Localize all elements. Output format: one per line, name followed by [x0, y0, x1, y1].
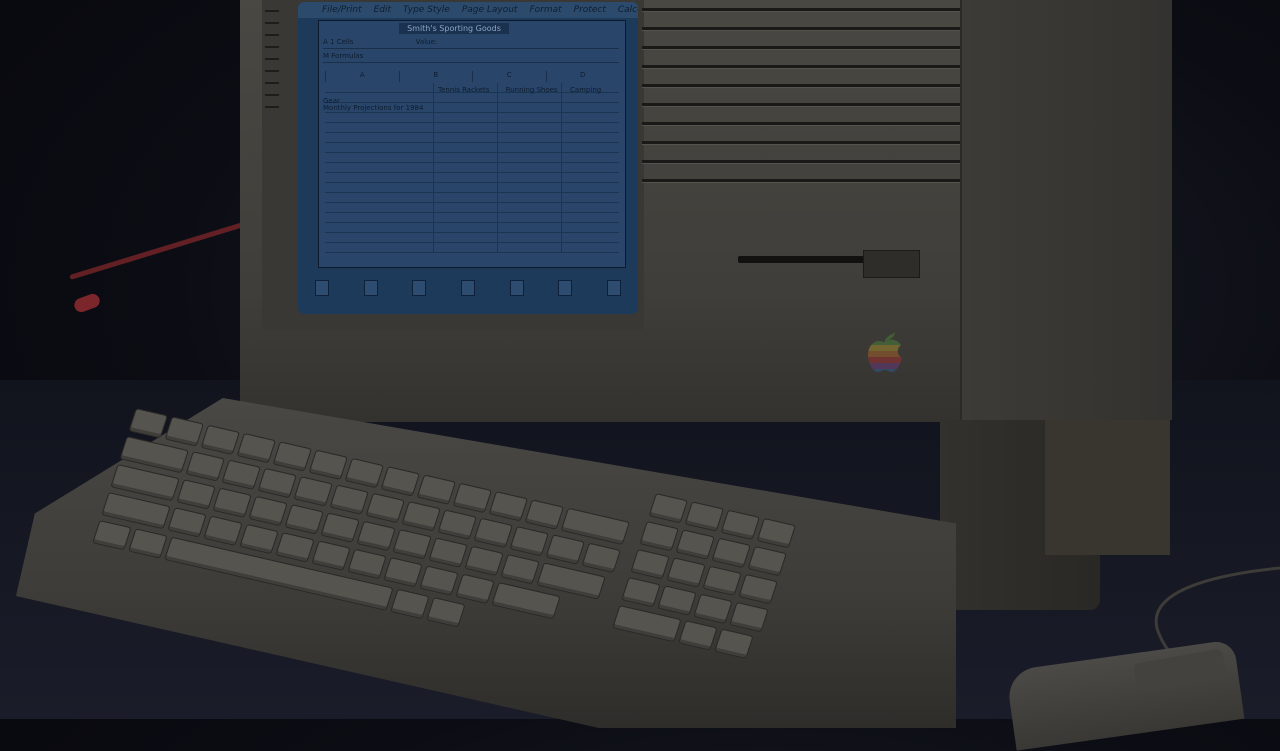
- calculator-icon: [363, 280, 378, 296]
- clipboard-icon: [315, 280, 330, 296]
- red-cable-plug: [72, 291, 102, 315]
- crt-screen: File/Print Edit Type Style Page Layout F…: [298, 2, 638, 314]
- document-icon: [412, 280, 427, 296]
- cell-indicator-row: A 1 Cells Value:: [323, 37, 619, 49]
- column-header-d: D: [545, 71, 620, 82]
- projection-title-row: Monthly Projections for 1984: [323, 103, 619, 114]
- tool-icon: [460, 280, 475, 296]
- spreadsheet-title: Smith's Sporting Goods: [399, 23, 509, 34]
- row-header-running: Running Shoes: [505, 86, 558, 94]
- menu-file-print: File/Print: [322, 5, 362, 15]
- photo-scene: File/Print Edit Type Style Page Layout F…: [0, 0, 1280, 751]
- projection-title: Monthly Projections for 1984: [323, 104, 424, 112]
- menu-format: Format: [529, 5, 562, 15]
- trash-icon: [606, 280, 621, 296]
- formulas-row: M Formulas: [323, 51, 619, 63]
- menu-calculate: Calculate: [617, 5, 638, 15]
- menu-page-layout: Page Layout: [461, 5, 518, 15]
- computer-base-right: [1045, 420, 1170, 555]
- formula-value-label: Value:: [415, 38, 438, 46]
- screen-menubar: File/Print Edit Type Style Page Layout F…: [298, 2, 638, 18]
- row-header-tennis: Tennis Rackets: [438, 86, 490, 94]
- menu-edit: Edit: [373, 5, 392, 15]
- formulas-label: M Formulas: [323, 52, 364, 60]
- row-headers: Tennis Rackets Running Shoes Camping Gea…: [323, 85, 619, 105]
- menu-protect: Protect: [573, 5, 606, 15]
- computer-side-panel: [960, 0, 1172, 420]
- vent-grille: [642, 8, 960, 183]
- screen-dock: [298, 268, 638, 308]
- printer-icon: [558, 280, 573, 296]
- column-header-b: B: [398, 71, 473, 82]
- column-header-c: C: [472, 71, 546, 82]
- column-header-row: A B C D: [325, 71, 619, 82]
- floppy-drive: [738, 250, 920, 278]
- cell-indicator-label: A 1 Cells: [323, 38, 354, 46]
- menu-type-style: Type Style: [403, 5, 450, 15]
- apple-logo-icon: [868, 332, 902, 372]
- preferences-icon: [509, 280, 524, 296]
- column-header-a: A: [325, 71, 399, 82]
- bezel-ticks: [262, 10, 282, 150]
- red-cable: [69, 221, 248, 280]
- keyboard: [16, 398, 956, 728]
- floppy-latch: [863, 250, 920, 278]
- spreadsheet-window: Smith's Sporting Goods A 1 Cells Value: …: [318, 20, 626, 268]
